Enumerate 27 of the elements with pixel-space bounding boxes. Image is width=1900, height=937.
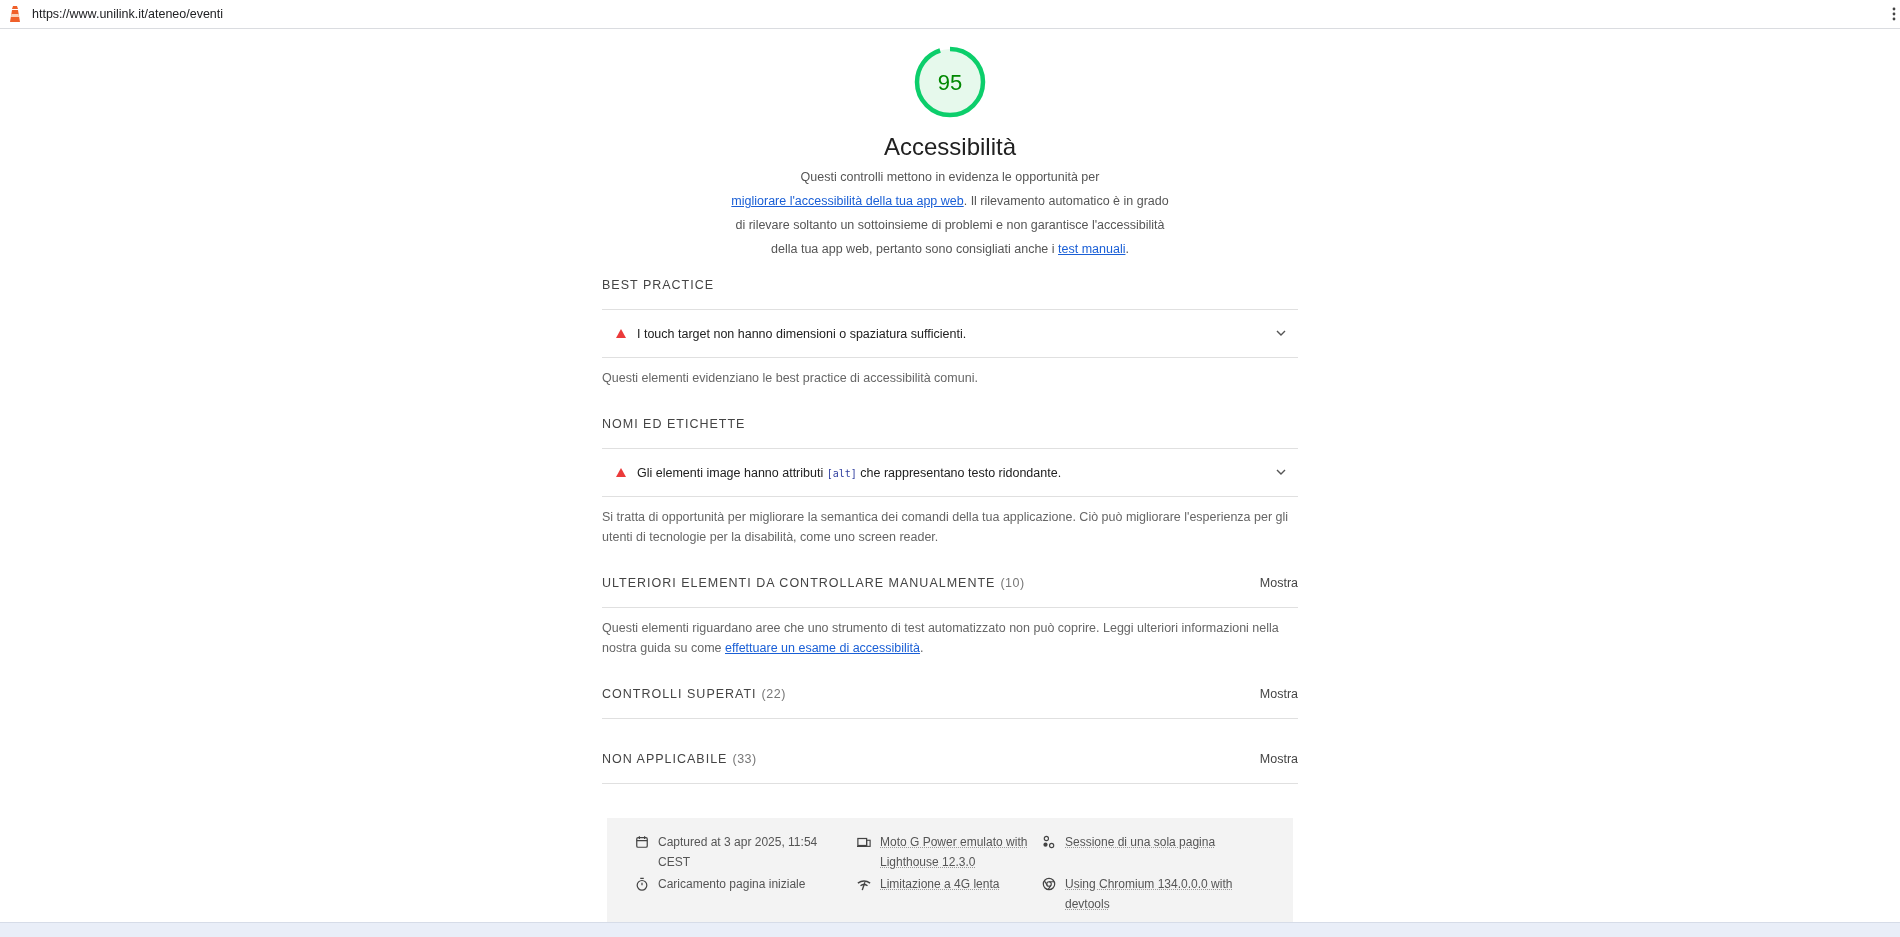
audit-title: Gli elementi image hanno attributi [alt] che rappresentano testo ridondante. <box>637 465 1062 480</box>
group-heading: NON APPLICABILE <box>602 752 728 766</box>
group-heading: ULTERIORI ELEMENTI DA CONTROLLARE MANUALMENTE <box>602 576 996 590</box>
show-toggle[interactable]: Mostra <box>1259 752 1298 766</box>
audit-count: (33) <box>732 752 757 766</box>
run-info-text: Using Chromium 134.0.0.0 with devtools <box>1065 876 1234 913</box>
group-heading: NOMI ED ETICHETTE <box>602 417 746 431</box>
show-toggle[interactable]: Mostra <box>1259 576 1298 590</box>
category-description: Questi controlli mettono in evidenza le opportunità per migliorare l'accessibilità della tua app web. Il rilevamento automatico è in grado di rilevare soltanto un sottoinsieme di problemi e non garantisce l'accessibilità della tua app web, pertanto sono consigliati anche i test manuali. <box>730 169 1170 258</box>
run-info-text: Limitazione a 4G lenta <box>880 876 1001 893</box>
group-description: Questi elementi evidenziano le best practice di accessibilità comuni. <box>602 370 979 387</box>
link[interactable]: migliorare l'accessibilità della tua app web <box>731 194 964 208</box>
group-heading: CONTROLLI SUPERATI <box>602 687 757 701</box>
run-info-text: Sessione di una sola pagina <box>1065 834 1217 851</box>
group-description: Questi elementi riguardano aree che uno strumento di test automatizzato non può coprire. Leggi ulteriori informazioni nella nostra guida su come effettuare un esame di accessibilità. <box>602 620 1280 657</box>
page-url: https://www.unilink.it/ateneo/eventi <box>32 7 224 21</box>
run-info-text: Moto G Power emulato with Lighthouse 12.3.0 <box>880 834 1029 871</box>
group-heading: BEST PRACTICE <box>602 278 715 292</box>
audit-count: (10) <box>1000 576 1025 590</box>
audit-title: I touch target non hanno dimensioni o spaziatura sufficienti. <box>637 326 967 341</box>
group-description: Si tratta di opportunità per migliorare la semantica dei comandi della tua applicazione. Ciò può migliorare l'esperienza per gli utenti di tecnologie per la disabilità, come uno screen reader. <box>602 509 1290 546</box>
show-toggle[interactable]: Mostra <box>1259 687 1298 701</box>
run-info-text: Caricamento pagina iniziale <box>658 876 807 893</box>
score-gauge: 95 <box>913 45 987 119</box>
category-title: Accessibilità <box>883 133 1016 161</box>
run-info-text: Captured at 3 apr 2025, 11:54 CEST <box>658 834 819 871</box>
audit-count: (22) <box>761 687 786 701</box>
